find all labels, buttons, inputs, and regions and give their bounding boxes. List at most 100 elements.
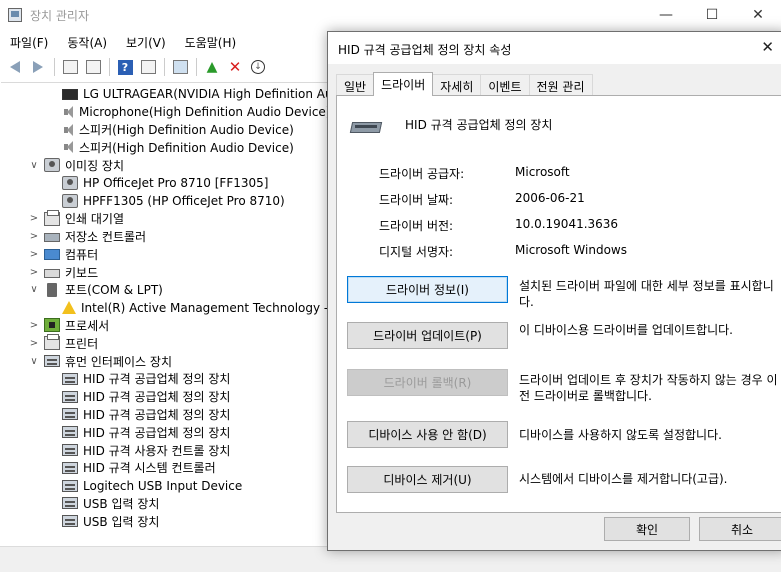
- show-hide-icon[interactable]: [82, 56, 104, 78]
- tab-power-management[interactable]: 전원 관리: [528, 74, 593, 96]
- driver-provider-value: Microsoft: [515, 165, 570, 179]
- tree-category[interactable]: 프린터: [44, 334, 98, 352]
- tree-label: 프로세서: [65, 318, 110, 333]
- tree-expander-icon[interactable]: ∨: [28, 156, 40, 174]
- tree-device[interactable]: 스피커(High Definition Audio Device): [62, 121, 294, 139]
- tree-expander-icon[interactable]: >: [28, 263, 40, 281]
- tab-driver[interactable]: 드라이버: [373, 72, 434, 96]
- back-icon[interactable]: [4, 56, 26, 78]
- tree-device[interactable]: HID 규격 공급업체 정의 장치: [62, 423, 230, 441]
- close-button[interactable]: ✕: [735, 0, 781, 30]
- hid-icon: [62, 461, 78, 474]
- menu-file[interactable]: 파일(F): [0, 31, 57, 53]
- tree-device[interactable]: HPFF1305 (HP OfficeJet Pro 8710): [62, 192, 285, 210]
- tree-device[interactable]: Microphone(High Definition Audio Device): [62, 103, 329, 121]
- uninstall-device-button[interactable]: 디바이스 제거(U): [347, 466, 508, 493]
- minimize-button[interactable]: —: [643, 0, 689, 30]
- tree-label: 프린터: [65, 336, 99, 351]
- tree-expander-icon[interactable]: ∨: [28, 352, 40, 370]
- printer-icon: [44, 209, 60, 226]
- hid-icon: [62, 515, 78, 528]
- tree-device[interactable]: HID 규격 공급업체 정의 장치: [62, 370, 230, 388]
- tree-label: 컴퓨터: [65, 247, 99, 262]
- ok-button[interactable]: 확인: [604, 517, 690, 541]
- tree-device[interactable]: 스피커(High Definition Audio Device): [62, 138, 294, 156]
- horizontal-scrollbar[interactable]: [0, 547, 330, 551]
- menu-view[interactable]: 보기(V): [116, 31, 175, 53]
- tree-expander-icon[interactable]: >: [28, 210, 40, 228]
- tree-category[interactable]: 프로세서: [44, 316, 109, 334]
- dialog-title-bar: HID 규격 공급업체 정의 장치 속성 ✕: [328, 32, 781, 64]
- tree-category[interactable]: 휴먼 인터페이스 장치: [44, 352, 172, 370]
- tree-category[interactable]: 저장소 컨트롤러: [44, 227, 146, 245]
- monitor-icon[interactable]: [169, 56, 191, 78]
- camera-icon: [62, 176, 78, 190]
- update-driver-icon[interactable]: ▲: [201, 56, 223, 78]
- tree-category[interactable]: 컴퓨터: [44, 245, 98, 263]
- tree-expander-icon[interactable]: >: [28, 227, 40, 245]
- monitor-icon: [62, 89, 78, 100]
- tree-device[interactable]: HP OfficeJet Pro 8710 [FF1305]: [62, 174, 268, 192]
- tree-label: 이미징 장치: [65, 158, 125, 173]
- tree-device[interactable]: HID 규격 공급업체 정의 장치: [62, 405, 230, 423]
- tree-label: HPFF1305 (HP OfficeJet Pro 8710): [83, 193, 285, 208]
- properties-icon[interactable]: [59, 56, 81, 78]
- disable-device-button[interactable]: 디바이스 사용 안 함(D): [347, 421, 508, 448]
- tree-device[interactable]: HID 규격 공급업체 정의 장치: [62, 388, 230, 406]
- tree-category[interactable]: 인쇄 대기열: [44, 209, 124, 228]
- keyboard-icon: [44, 269, 60, 278]
- tree-category[interactable]: 이미징 장치: [44, 156, 124, 174]
- warn-icon: [62, 301, 76, 315]
- computer-icon: [44, 248, 60, 260]
- driver-version-label: 드라이버 버전:: [379, 219, 454, 233]
- uninstall-device-desc: 시스템에서 디바이스를 제거합니다(고급).: [519, 472, 728, 486]
- tree-device[interactable]: HID 규격 사용자 컨트롤 장치: [62, 441, 230, 459]
- device-tree[interactable]: LG ULTRAGEAR(NVIDIA High Definition Audi…: [1, 82, 329, 546]
- maximize-button[interactable]: ☐: [689, 0, 735, 30]
- scan-icon[interactable]: ↓: [247, 56, 269, 78]
- tree-expander-icon[interactable]: >: [28, 334, 40, 352]
- tree-device[interactable]: Logitech USB Input Device: [62, 477, 242, 495]
- menu-action[interactable]: 동작(A): [57, 31, 116, 53]
- tree-label: HID 규격 공급업체 정의 장치: [83, 390, 231, 405]
- hid-device-icon: [349, 116, 385, 138]
- tree-category[interactable]: 키보드: [44, 263, 98, 281]
- toolbar-separator: [54, 58, 55, 76]
- menu-help[interactable]: 도움말(H): [175, 31, 246, 53]
- help-icon[interactable]: ?: [114, 56, 136, 78]
- tree-device[interactable]: USB 입력 장치: [62, 512, 159, 530]
- tab-details[interactable]: 자세히: [432, 74, 482, 96]
- driver-tab-panel: HID 규격 공급업체 정의 장치 드라이버 공급자: Microsoft 드라…: [336, 95, 781, 513]
- device-manager-icon: [8, 8, 22, 22]
- tree-category[interactable]: 포트(COM & LPT): [44, 281, 163, 299]
- tab-events[interactable]: 이벤트: [480, 74, 530, 96]
- digital-signer-value: Microsoft Windows: [515, 243, 627, 257]
- tree-label: HID 규격 공급업체 정의 장치: [83, 372, 231, 387]
- tree-label: LG ULTRAGEAR(NVIDIA High Definition Audi…: [83, 87, 329, 101]
- dialog-title: HID 규격 공급업체 정의 장치 속성: [338, 43, 512, 57]
- tree-expander-icon[interactable]: >: [28, 245, 40, 263]
- tree-label: HID 규격 공급업체 정의 장치: [83, 425, 231, 440]
- tree-device[interactable]: USB 입력 장치: [62, 494, 159, 512]
- tab-general[interactable]: 일반: [336, 74, 375, 96]
- dialog-close-button[interactable]: ✕: [761, 38, 774, 56]
- uninstall-icon[interactable]: ✕: [224, 56, 246, 78]
- device-name: HID 규격 공급업체 정의 장치: [405, 118, 553, 132]
- forward-icon[interactable]: [27, 56, 49, 78]
- hid-icon: [62, 408, 78, 421]
- cancel-button[interactable]: 취소: [699, 517, 781, 541]
- window-title: 장치 관리자: [30, 9, 90, 23]
- driver-details-button[interactable]: 드라이버 정보(I): [347, 276, 508, 303]
- update-driver-desc: 이 디바이스용 드라이버를 업데이트합니다.: [519, 323, 733, 337]
- roll-back-driver-button[interactable]: 드라이버 롤백(R): [347, 369, 508, 396]
- update-driver-button[interactable]: 드라이버 업데이트(P): [347, 322, 508, 349]
- roll-back-driver-desc: 드라이버 업데이트 후 장치가 작동하지 않는 경우 이전 드라이버로 롤백합니…: [519, 373, 778, 403]
- view-icon[interactable]: [137, 56, 159, 78]
- tree-expander-icon[interactable]: ∨: [28, 281, 40, 299]
- tree-device[interactable]: Intel(R) Active Management Technology - …: [62, 299, 329, 317]
- tree-device[interactable]: HID 규격 시스템 컨트롤러: [62, 459, 216, 477]
- tree-label: 스피커(High Definition Audio Device): [79, 123, 294, 138]
- tree-expander-icon[interactable]: >: [28, 316, 40, 334]
- camera-icon: [44, 158, 60, 173]
- tree-device[interactable]: LG ULTRAGEAR(NVIDIA High Definition Audi…: [62, 85, 329, 103]
